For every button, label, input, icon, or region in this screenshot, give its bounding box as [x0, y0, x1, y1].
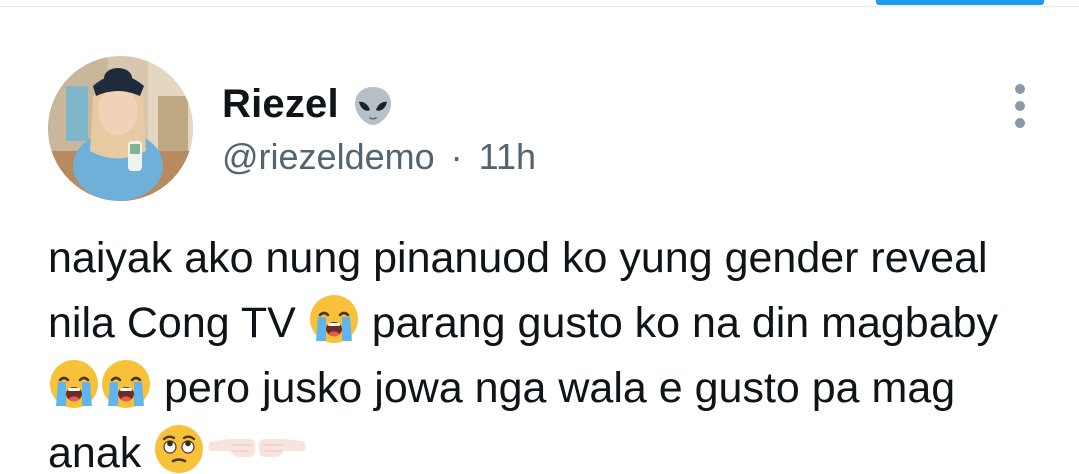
- tweet-text-line: pero jusko jowa nga wala e gusto pa mag: [48, 356, 1058, 421]
- alien-icon: [351, 84, 395, 128]
- tweet-text-line: naiyak ako nung pinanuod ko yung gender …: [48, 226, 1058, 291]
- tweet-text-segment: nila Cong TV: [48, 299, 296, 347]
- tweet-text-segment: parang gusto ko na din magbaby: [371, 299, 999, 347]
- top-divider: [0, 6, 1079, 7]
- display-name[interactable]: Riezel: [222, 82, 339, 127]
- backhand-index-pointing-left-icon: [205, 423, 257, 474]
- tweet-screenshot: Riezel @riezeldemo · 11h naiyak ako nung…: [0, 0, 1079, 474]
- tweet-text-line: anak: [48, 421, 1058, 474]
- author-meta: @riezeldemo · 11h: [222, 136, 536, 178]
- face-with-rolling-eyes-icon: [153, 423, 205, 474]
- tweet-timestamp[interactable]: 11h: [479, 136, 536, 177]
- tweet-text-segment: anak: [48, 429, 142, 474]
- more-dot-icon: [1015, 101, 1025, 111]
- meta-separator: ·: [450, 136, 463, 177]
- more-options-button[interactable]: [1006, 84, 1034, 128]
- tweet-text: naiyak ako nung pinanuod ko yung gender …: [48, 226, 1058, 474]
- tweet-text-segment: pero jusko jowa nga wala e gusto pa mag: [163, 364, 956, 412]
- author-handle[interactable]: @riezeldemo: [222, 136, 435, 177]
- author-name-row: Riezel: [222, 78, 395, 130]
- loudly-crying-face-icon: [48, 358, 100, 410]
- active-tab-indicator[interactable]: [876, 0, 1044, 5]
- backhand-index-pointing-right-icon: [257, 423, 309, 474]
- tweet-text-line: nila Cong TV parang gusto ko na din magb…: [48, 291, 1058, 356]
- loudly-crying-face-icon: [100, 358, 152, 410]
- more-dot-icon: [1015, 84, 1025, 94]
- loudly-crying-face-icon: [308, 293, 360, 345]
- more-dot-icon: [1015, 118, 1025, 128]
- tweet-text-segment: naiyak ako nung pinanuod ko yung gender …: [48, 234, 988, 282]
- avatar[interactable]: [48, 56, 193, 201]
